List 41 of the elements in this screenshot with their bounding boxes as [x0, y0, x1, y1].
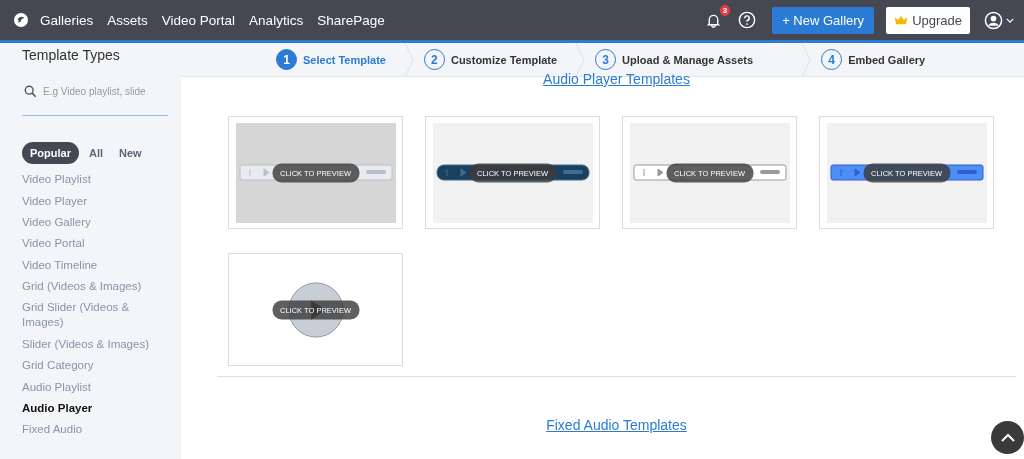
- search-field[interactable]: E.g Video playlist, slide: [43, 86, 163, 97]
- template-type-item[interactable]: Audio Player: [22, 397, 93, 420]
- caret-icon: [1006, 17, 1014, 23]
- template-type-item[interactable]: Video Portal: [22, 233, 85, 255]
- scroll-top-button[interactable]: [991, 421, 1024, 454]
- crown-icon: [894, 15, 909, 25]
- nav-link[interactable]: Galleries: [40, 12, 94, 28]
- template-type-item[interactable]: Video Timeline: [22, 254, 98, 276]
- notification-badge: 3: [719, 4, 731, 16]
- upgrade-label: Upgrade: [912, 12, 962, 28]
- template-type-item[interactable]: Video Gallery: [22, 211, 91, 234]
- template-type-item[interactable]: Video Playlist: [22, 169, 91, 191]
- wizard-step[interactable]: 2 Customize Template: [423, 49, 576, 70]
- chevron-up-icon: [1000, 433, 1015, 442]
- help-icon[interactable]: [738, 11, 757, 29]
- account-menu[interactable]: [984, 10, 1014, 30]
- section-title-link[interactable]: Audio Player Templates: [543, 71, 690, 87]
- logo-icon[interactable]: [14, 13, 28, 27]
- filter-tab[interactable]: New: [113, 142, 148, 164]
- template-type-item[interactable]: Slider (Videos & Images): [22, 333, 149, 355]
- template-type-item[interactable]: Grid (Videos & Images): [22, 275, 142, 298]
- template-type-item[interactable]: Audio Playlist: [22, 376, 92, 398]
- filter-tab[interactable]: All: [82, 142, 109, 164]
- nav-link[interactable]: SharePage: [317, 12, 385, 28]
- upgrade-button[interactable]: Upgrade: [886, 6, 970, 34]
- new-gallery-button[interactable]: + New Gallery: [772, 6, 875, 34]
- section-title-link[interactable]: Fixed Audio Templates: [546, 417, 687, 433]
- template-type-item[interactable]: Grid Slider (Videos & Images): [22, 297, 172, 334]
- nav-link[interactable]: Video Portal: [161, 12, 236, 28]
- nav-link[interactable]: Analytics: [249, 12, 304, 28]
- wizard-step[interactable]: 1 Select Template: [276, 49, 404, 70]
- template-type-item[interactable]: Grid Category: [22, 355, 94, 377]
- user-icon: [984, 10, 1003, 30]
- wizard-step[interactable]: 3 Upload & Manage Assets: [595, 49, 802, 70]
- template-type-item[interactable]: Video Player: [22, 190, 87, 212]
- sidebar-title: Template Types: [22, 47, 120, 63]
- nav-link[interactable]: Assets: [107, 12, 148, 28]
- wizard-step[interactable]: 4 Embed Gallery: [821, 49, 944, 70]
- search-icon: [24, 85, 37, 98]
- filter-tab[interactable]: Popular: [22, 142, 79, 164]
- template-type-item[interactable]: Fixed Audio: [22, 419, 83, 441]
